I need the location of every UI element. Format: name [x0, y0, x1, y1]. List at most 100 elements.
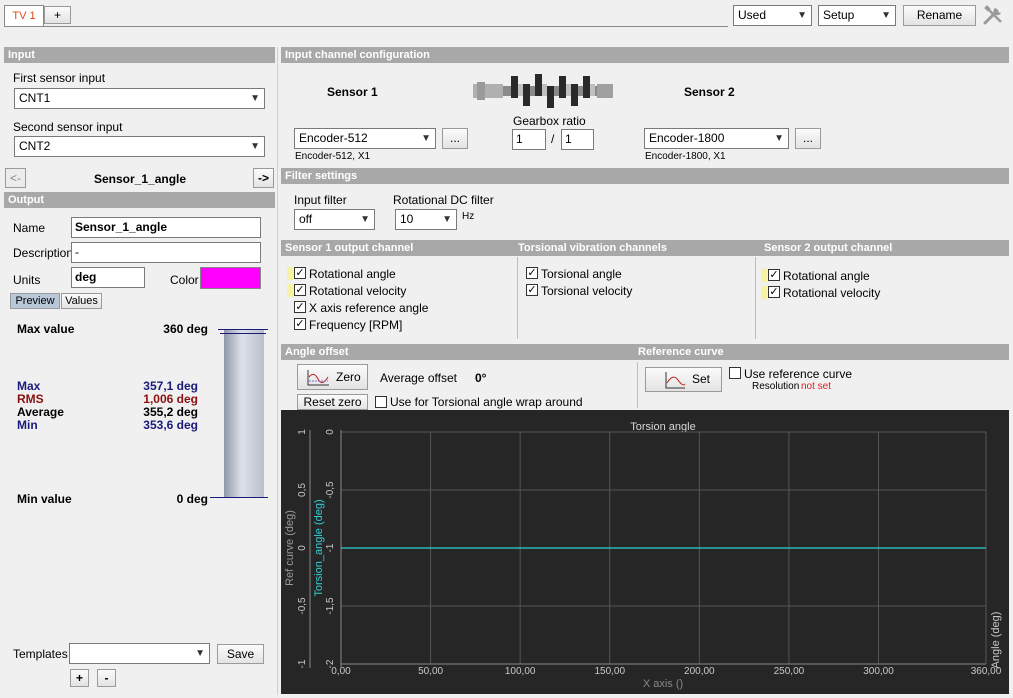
chart-svg: Torsion angle0,00 50,00 100,00 150,00 200,00…: [284, 421, 1002, 690]
s2-rot-angle-checkbox[interactable]: ✓: [768, 269, 780, 281]
x-tick-label: 300,00: [863, 666, 894, 677]
chevron-down-icon: ▼: [250, 93, 260, 104]
ref-tick-label: 0: [297, 545, 308, 551]
units-field[interactable]: deg: [71, 267, 145, 288]
s1-rot-angle-checkbox[interactable]: ✓: [294, 267, 306, 279]
input-header: Input: [4, 47, 275, 63]
first-sensor-label: First sensor input: [13, 71, 106, 85]
gear-ratio-b[interactable]: 1: [561, 129, 594, 150]
average-offset-value: 0°: [475, 371, 487, 385]
wrap-around-checkbox[interactable]: [375, 396, 387, 408]
tab-values[interactable]: Values: [61, 293, 102, 309]
name-field[interactable]: Sensor_1_angle: [71, 217, 261, 238]
stat-max-value: 357,1 deg: [143, 379, 198, 393]
use-reference-label: Use reference curve: [744, 367, 853, 381]
min-value: 0 deg: [176, 492, 208, 506]
min-value-label: Min value: [17, 492, 72, 506]
stat-rms-value: 1,006 deg: [143, 392, 198, 406]
dc-filter-select[interactable]: 10 ▼: [395, 209, 457, 230]
stat-min-value: 353,6 deg: [143, 418, 198, 432]
description-field[interactable]: -: [71, 242, 261, 263]
first-sensor-select[interactable]: CNT1 ▼: [14, 88, 265, 109]
gauge-current-line: [220, 333, 266, 334]
channels-divider-2: [755, 257, 756, 339]
torsional-header: Torsional vibration channels: [514, 240, 760, 256]
right-axis-label: Angle (deg): [990, 612, 1002, 669]
sensor2-encoder-info: Encoder-1800, X1: [645, 151, 726, 162]
torsional-velocity-label: Torsional velocity: [541, 284, 633, 298]
color-label: Color: [170, 273, 199, 287]
chevron-down-icon: ▼: [881, 10, 891, 21]
set-reference-button[interactable]: Set: [645, 367, 722, 392]
sensor2-output-header: Sensor 2 output channel: [760, 240, 1009, 256]
config-header: Input channel configuration: [281, 47, 1009, 63]
second-sensor-select[interactable]: CNT2 ▼: [14, 136, 265, 157]
angle-ref-divider: [637, 362, 638, 408]
sensor1-encoder-info: Encoder-512, X1: [295, 151, 371, 162]
x-axis-label: X axis (): [643, 678, 683, 690]
filter-header: Filter settings: [281, 168, 1009, 184]
second-sensor-label: Second sensor input: [13, 120, 123, 134]
sensor1-encoder-value: Encoder-512: [299, 131, 368, 145]
y-tick-label: -1: [325, 543, 336, 552]
add-tab-button[interactable]: +: [44, 6, 71, 24]
resolution-value: not set: [801, 381, 832, 392]
left-panel-divider: [277, 47, 278, 695]
add-template-button[interactable]: +: [70, 669, 89, 687]
remove-template-button[interactable]: -: [97, 669, 116, 687]
set-chart-icon: [664, 371, 686, 389]
s1-rot-velocity-checkbox[interactable]: ✓: [294, 284, 306, 296]
stat-rms-label: RMS: [17, 392, 44, 406]
y-tick-label: 0: [325, 429, 336, 435]
s2-rot-angle-label: Rotational angle: [783, 269, 870, 283]
input-filter-select[interactable]: off ▼: [294, 209, 375, 230]
sensor1-encoder-select[interactable]: Encoder-512 ▼: [294, 128, 436, 149]
chevron-down-icon: ▼: [797, 10, 807, 21]
templates-label: Templates: [13, 647, 68, 661]
s1-frequency-label: Frequency [RPM]: [309, 318, 403, 332]
torsional-angle-checkbox[interactable]: ✓: [526, 267, 538, 279]
gear-ratio-a[interactable]: 1: [512, 129, 546, 150]
color-swatch[interactable]: [200, 267, 261, 289]
s1-xref-checkbox[interactable]: ✓: [294, 301, 306, 313]
sensor1-title: Sensor 1: [327, 85, 378, 99]
x-tick-label: 150,00: [594, 666, 625, 677]
next-channel-button[interactable]: ->: [253, 168, 274, 188]
description-label: Description: [13, 246, 74, 260]
tab-bar: [4, 4, 728, 27]
tab-preview[interactable]: Preview: [10, 293, 60, 309]
setup-select[interactable]: Setup ▼: [818, 5, 896, 26]
sensor2-more-button[interactable]: ...: [795, 128, 821, 149]
wrap-around-label: Use for Torsional angle wrap around: [390, 395, 583, 409]
reset-zero-button[interactable]: Reset zero: [297, 394, 368, 410]
units-label: Units: [13, 273, 41, 287]
gauge-min-line: [210, 497, 268, 498]
save-template-button[interactable]: Save: [217, 644, 264, 664]
templates-select[interactable]: ▼: [69, 643, 210, 664]
chevron-down-icon: ▼: [774, 133, 784, 144]
prev-channel-button[interactable]: <-: [5, 168, 26, 188]
use-reference-checkbox[interactable]: [729, 367, 741, 379]
s2-rot-velocity-checkbox[interactable]: ✓: [768, 286, 780, 298]
ref-axis-label: Ref curve (deg): [284, 510, 296, 586]
y-axis-label: Torsion_angle (deg): [313, 499, 325, 596]
tools-icon[interactable]: [982, 4, 1006, 26]
max-value-label: Max value: [17, 322, 75, 336]
s2-rot-velocity-label: Rotational velocity: [783, 286, 881, 300]
zero-button[interactable]: Zero: [297, 364, 368, 390]
s1-frequency-checkbox[interactable]: ✓: [294, 318, 306, 330]
torsional-angle-label: Torsional angle: [541, 267, 622, 281]
s1-rot-angle-label: Rotational angle: [309, 267, 396, 281]
sensor1-more-button[interactable]: ...: [442, 128, 468, 149]
ref-tick-label: -0,5: [297, 597, 308, 615]
sensor2-encoder-select[interactable]: Encoder-1800 ▼: [644, 128, 789, 149]
channel-color-marker: [287, 267, 293, 280]
sensor2-encoder-value: Encoder-1800: [649, 131, 725, 145]
input-filter-value: off: [299, 212, 313, 226]
chevron-down-icon: ▼: [421, 133, 431, 144]
x-tick-label: 100,00: [505, 666, 536, 677]
tab-tv1[interactable]: TV 1: [4, 5, 44, 26]
used-select[interactable]: Used ▼: [733, 5, 812, 26]
torsional-velocity-checkbox[interactable]: ✓: [526, 284, 538, 296]
rename-button[interactable]: Rename: [903, 5, 976, 26]
